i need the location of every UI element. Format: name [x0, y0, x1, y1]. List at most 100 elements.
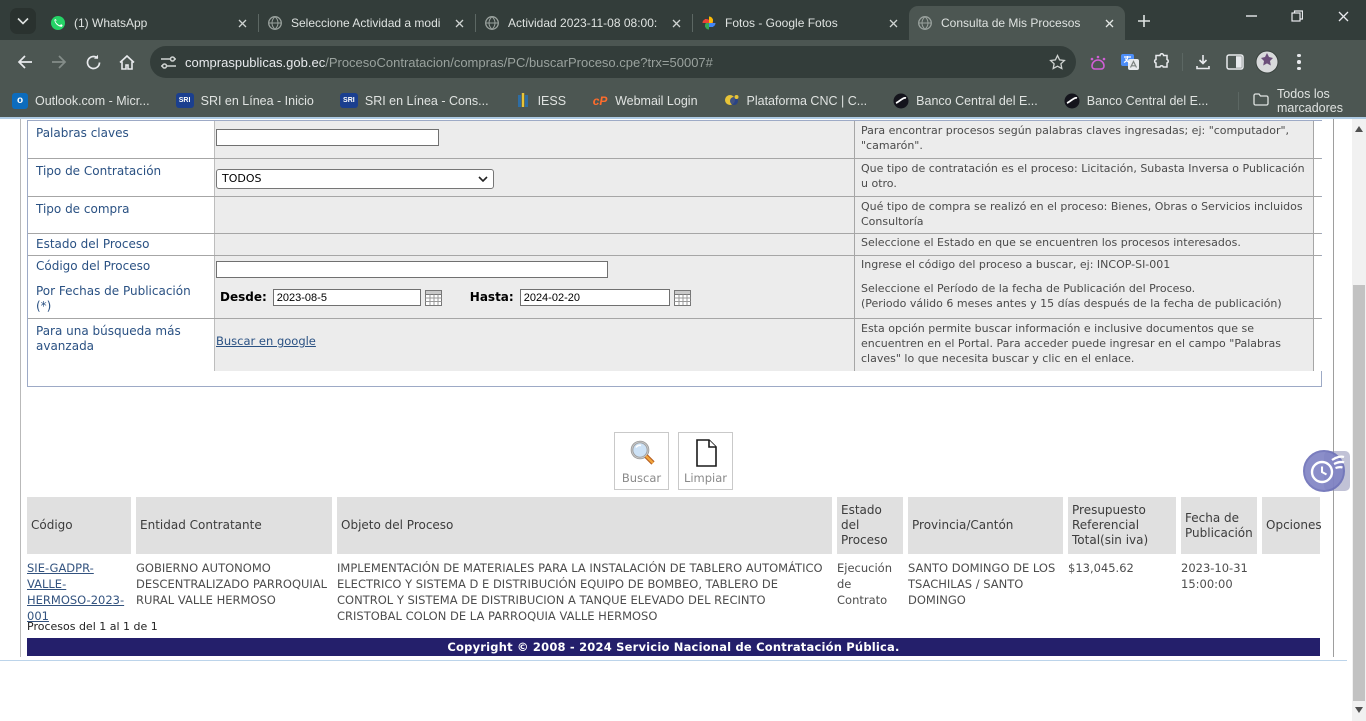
- col-header-provincia: Provincia/Cantón: [908, 497, 1063, 554]
- forward-button[interactable]: [42, 45, 76, 79]
- scrollbar-thumb[interactable]: [1353, 285, 1365, 701]
- globe-icon: [917, 15, 933, 31]
- all-bookmarks[interactable]: Todos los marcadores: [1234, 87, 1354, 115]
- bookmark-webmail[interactable]: cP Webmail Login: [592, 93, 697, 109]
- bookmark-iess[interactable]: IESS: [515, 93, 567, 109]
- col-header-objeto: Objeto del Proceso: [337, 497, 832, 554]
- field-label-tipo-compra: Tipo de compra: [28, 197, 214, 233]
- floating-timer-widget[interactable]: [1302, 447, 1352, 495]
- spacer: [1314, 319, 1323, 371]
- desde-label: Desde:: [220, 290, 267, 304]
- back-button[interactable]: [8, 45, 42, 79]
- fecha-desde-input[interactable]: [273, 289, 421, 306]
- side-panel-button[interactable]: [1219, 46, 1251, 78]
- help-text: Qué tipo de compra se realizó en el proc…: [854, 197, 1314, 233]
- hasta-label: Hasta:: [470, 290, 514, 304]
- tab-whatsapp[interactable]: (1) WhatsApp: [42, 6, 258, 40]
- bookmark-cnc[interactable]: Plataforma CNC | C...: [724, 93, 868, 109]
- scroll-up-arrow[interactable]: [1355, 126, 1363, 132]
- tab-close-icon[interactable]: [1101, 15, 1117, 31]
- footer-divider: [0, 660, 1347, 661]
- browser-chrome: (1) WhatsApp Seleccione Actividad a modi…: [0, 0, 1366, 117]
- table-row-objeto: IMPLEMENTACIÓN DE MATERIALES PARA LA INS…: [337, 558, 832, 626]
- extension-pink-icon[interactable]: [1082, 46, 1114, 78]
- home-button[interactable]: [110, 45, 144, 79]
- bookmark-sri-consultas[interactable]: SRI SRI en Línea - Cons...: [340, 93, 489, 108]
- tab-close-icon[interactable]: [234, 15, 250, 31]
- iess-icon: [515, 93, 531, 109]
- tab-google-fotos[interactable]: Fotos - Google Fotos: [693, 6, 909, 40]
- bookmark-outlook[interactable]: o Outlook.com - Micr...: [12, 93, 150, 109]
- back-icon: [16, 54, 34, 70]
- spacer: [1314, 256, 1323, 280]
- bookmark-star-icon[interactable]: [1049, 54, 1066, 71]
- buscar-en-google-link[interactable]: Buscar en google: [216, 334, 316, 348]
- tipo-contratacion-select[interactable]: TODOS: [216, 169, 494, 189]
- help-text: Que tipo de contratación es el proceso: …: [854, 159, 1314, 196]
- extensions-puzzle-icon[interactable]: [1146, 46, 1178, 78]
- tab-actividad[interactable]: Actividad 2023-11-08 08:00:: [476, 6, 692, 40]
- url-text[interactable]: compraspublicas.gob.ec/ProcesoContrataci…: [185, 55, 1049, 70]
- tab-consulta-procesos-active[interactable]: Consulta de Mis Procesos: [909, 6, 1125, 40]
- bookmark-sri-inicio[interactable]: SRI SRI en Línea - Inicio: [176, 93, 314, 108]
- url-path: /ProcesoContratacion/compras/PC/buscarPr…: [325, 55, 713, 70]
- help-text: Esta opción permite buscar información e…: [854, 319, 1314, 371]
- table-row-entidad: GOBIERNO AUTONOMO DESCENTRALIZADO PARROQ…: [136, 558, 332, 626]
- restore-button[interactable]: [1274, 0, 1320, 32]
- bookmarks-separator: [1238, 92, 1239, 110]
- bookmarks-bar: o Outlook.com - Micr... SRI SRI en Línea…: [0, 84, 1366, 117]
- vertical-scrollbar[interactable]: [1352, 119, 1366, 721]
- tab-search-button[interactable]: [10, 8, 36, 34]
- col-header-codigo: Código: [27, 497, 131, 554]
- col-header-opciones: Opciones: [1262, 497, 1320, 554]
- google-photos-icon: [701, 15, 717, 31]
- globe-icon: [267, 15, 283, 31]
- bookmark-banco-central-1[interactable]: Banco Central del E...: [893, 93, 1038, 109]
- address-bar[interactable]: compraspublicas.gob.ec/ProcesoContrataci…: [150, 46, 1076, 78]
- field-label-fechas-publicacion: Por Fechas de Publicación (*): [28, 279, 214, 318]
- tab-close-icon[interactable]: [451, 15, 467, 31]
- limpiar-button[interactable]: Limpiar: [678, 432, 733, 490]
- col-header-fecha: Fecha de Publicación: [1181, 497, 1257, 554]
- reload-button[interactable]: [76, 45, 110, 79]
- downloads-button[interactable]: [1187, 46, 1219, 78]
- calendar-icon[interactable]: [674, 290, 691, 306]
- results-summary: Procesos del 1 al 1 de 1: [27, 620, 158, 633]
- fecha-hasta-input[interactable]: [520, 289, 670, 306]
- tab-title: (1) WhatsApp: [74, 16, 228, 30]
- minimize-button[interactable]: [1228, 0, 1274, 32]
- banco-central-icon: [1064, 93, 1080, 109]
- tab-title: Consulta de Mis Procesos: [941, 16, 1095, 30]
- calendar-icon[interactable]: [425, 290, 442, 306]
- cnc-icon: [724, 93, 740, 109]
- sri-icon: SRI: [176, 93, 194, 108]
- new-tab-button[interactable]: [1131, 8, 1157, 34]
- close-window-button[interactable]: [1320, 0, 1366, 32]
- tab-seleccione-actividad[interactable]: Seleccione Actividad a modi: [259, 6, 475, 40]
- close-icon: [1338, 11, 1349, 22]
- buscar-button[interactable]: Buscar: [614, 432, 669, 490]
- download-icon: [1194, 53, 1212, 71]
- help-text: Ingrese el código del proceso a buscar, …: [854, 256, 1314, 280]
- menu-kebab-button[interactable]: [1283, 46, 1315, 78]
- bookmark-label: SRI en Línea - Cons...: [365, 94, 489, 108]
- plus-icon: [1137, 14, 1151, 28]
- chevron-down-icon: [17, 17, 29, 25]
- field-label-estado-proceso: Estado del Proceso: [28, 234, 214, 255]
- codigo-proceso-input[interactable]: [216, 261, 608, 278]
- tab-close-icon[interactable]: [885, 15, 901, 31]
- folder-icon: [1253, 93, 1269, 109]
- palabras-claves-input[interactable]: [216, 129, 439, 146]
- translate-icon[interactable]: [1114, 46, 1146, 78]
- tab-close-icon[interactable]: [668, 15, 684, 31]
- estado-proceso-cell: [214, 234, 854, 255]
- spacer: [1314, 279, 1323, 318]
- help-text: Seleccione el Período de la fecha de Pub…: [861, 282, 1195, 295]
- table-row-fecha: 2023-10-31 15:00:00: [1181, 558, 1257, 626]
- profile-avatar[interactable]: [1251, 46, 1283, 78]
- scroll-down-arrow[interactable]: [1355, 707, 1363, 713]
- help-text: (Periodo válido 6 meses antes y 15 días …: [861, 297, 1282, 310]
- proceso-link[interactable]: SIE-GADPR-VALLE-HERMOSO-2023-001: [27, 561, 124, 623]
- bookmark-banco-central-2[interactable]: Banco Central del E...: [1064, 93, 1209, 109]
- globe-icon: [484, 15, 500, 31]
